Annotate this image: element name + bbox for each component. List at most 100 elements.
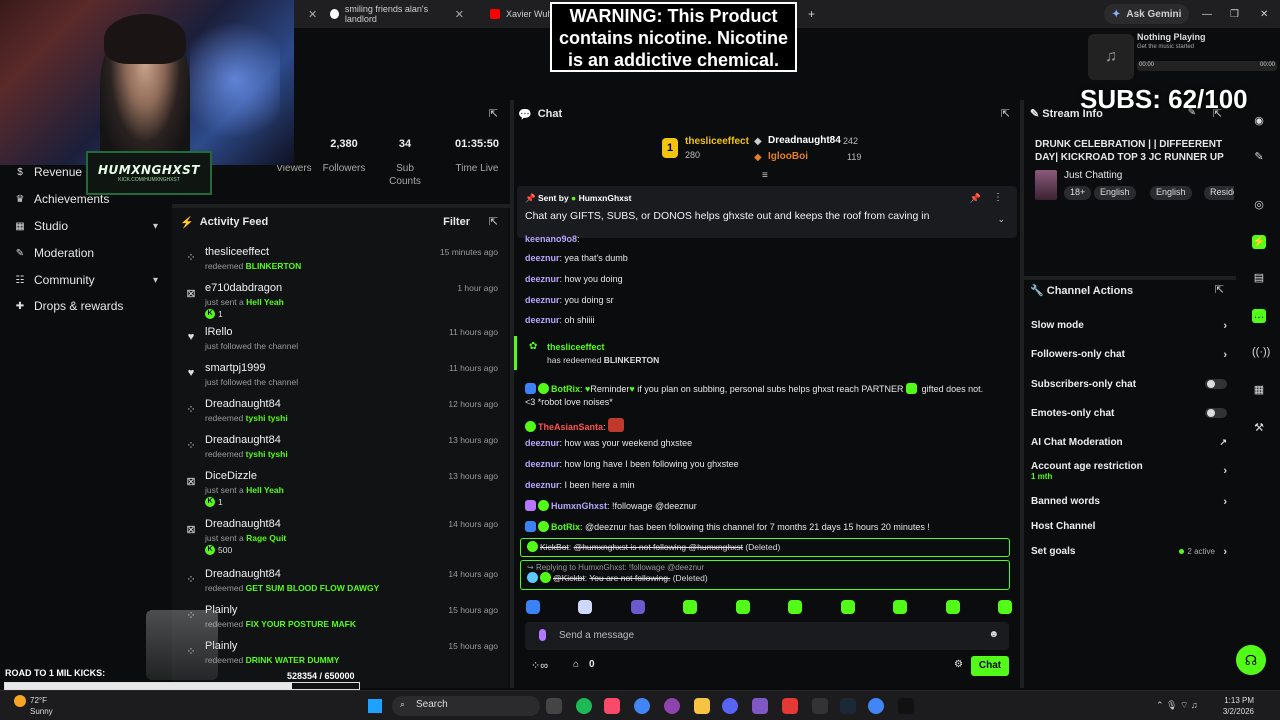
- action-subscribers-only[interactable]: Subscribers-only chat: [1031, 379, 1227, 390]
- activity-item[interactable]: ♥ lRello just followed the channel 11 hour…: [172, 324, 508, 360]
- file-explorer-icon[interactable]: [694, 698, 710, 714]
- camera-icon[interactable]: ◎: [1252, 198, 1266, 212]
- tab-xavier-wulf[interactable]: Xavier Wulf: [482, 4, 560, 24]
- maximize-icon[interactable]: ❐: [1222, 4, 1247, 24]
- subscribers-only-toggle[interactable]: [1205, 379, 1227, 389]
- expand-icon[interactable]: ⇱: [489, 107, 498, 120]
- tag-pill[interactable]: 18+: [1064, 186, 1092, 200]
- filter-button[interactable]: Filter: [443, 216, 470, 228]
- terminal-icon[interactable]: [898, 698, 914, 714]
- activity-item[interactable]: ⁘ thesliceeffect redeemed BLINKERTON 15 min…: [172, 244, 508, 280]
- expand-icon[interactable]: ⇱: [1215, 283, 1224, 296]
- new-tab-icon[interactable]: +: [800, 4, 823, 24]
- store-icon[interactable]: ⌂: [573, 659, 579, 670]
- chevron-down-icon[interactable]: ⌄: [997, 214, 1005, 225]
- send-chat-button[interactable]: Chat: [971, 656, 1009, 676]
- wrench-icon[interactable]: ⚒: [1252, 421, 1266, 435]
- action-followers-only[interactable]: Followers-only chat ›: [1031, 349, 1227, 361]
- action-host-channel[interactable]: Host Channel: [1031, 521, 1227, 532]
- support-headset-icon[interactable]: ☊: [1236, 645, 1266, 675]
- emote-icon[interactable]: [945, 600, 960, 614]
- activity-item[interactable]: ♥ smartpj1999 just followed the channel 11…: [172, 360, 508, 396]
- lightning-icon[interactable]: ⚡: [1252, 235, 1266, 249]
- discord-icon[interactable]: [722, 698, 738, 714]
- kicks-infinite-icon[interactable]: ⁘∞: [531, 659, 548, 672]
- app-icon[interactable]: [782, 698, 798, 714]
- stream-category[interactable]: Just Chatting: [1064, 170, 1122, 181]
- sidebar-item-studio[interactable]: ▦ Studio ▾: [0, 214, 172, 238]
- heart-icon: ♥: [187, 331, 195, 343]
- obs-icon[interactable]: [812, 698, 828, 714]
- emotes-only-toggle[interactable]: [1205, 408, 1227, 418]
- grid-icon[interactable]: ▦: [1252, 383, 1266, 397]
- activity-item[interactable]: ⁘Plainlyredeemed FIX YOUR POSTURE MAFK15…: [172, 602, 508, 638]
- kick-icon: ⊠: [186, 524, 196, 536]
- more-options-icon[interactable]: ⋮: [993, 192, 1003, 203]
- emote-icon[interactable]: [788, 600, 803, 614]
- sidebar-item-community[interactable]: ☷ Community ▾: [0, 268, 172, 292]
- emote-image: [608, 418, 625, 432]
- expand-icon[interactable]: ⇱: [489, 215, 498, 228]
- emoji-picker-icon[interactable]: ☻: [988, 629, 999, 640]
- app-icon[interactable]: [664, 698, 680, 714]
- activity-item[interactable]: ⁘ Dreadnaught84 redeemed GET SUM BLOOD FLO…: [172, 566, 508, 602]
- music-app-icon[interactable]: [604, 698, 620, 714]
- minimize-icon[interactable]: —: [1194, 4, 1220, 24]
- action-ai-moderation[interactable]: AI Chat Moderation ↗: [1031, 437, 1227, 448]
- chrome-icon[interactable]: [868, 698, 884, 714]
- emote-icon[interactable]: [630, 600, 645, 614]
- expand-icon[interactable]: ⇱: [1001, 107, 1010, 120]
- sidebar-item-drops-rewards[interactable]: ✚ Drops & rewards: [0, 294, 172, 318]
- emote-icon[interactable]: [893, 600, 908, 614]
- chat-input[interactable]: Send a message ☻: [525, 622, 1009, 650]
- activity-item[interactable]: ⊠ Dreadnaught84 just sent a Rage Quit 14 ho…: [172, 516, 508, 555]
- emote-icon[interactable]: [840, 600, 855, 614]
- tag-pill[interactable]: Reside: [1204, 186, 1234, 200]
- mic-icon[interactable]: [539, 629, 546, 641]
- action-slow-mode[interactable]: Slow mode ›: [1031, 320, 1227, 332]
- activity-feed: ⚡ Activity Feed Filter ⇱ ⁘ thesliceeffect…: [172, 208, 508, 688]
- pin-icon[interactable]: 📌: [970, 193, 981, 204]
- emote-icon[interactable]: [526, 600, 540, 614]
- emote-icon[interactable]: [683, 600, 698, 614]
- action-set-goals[interactable]: Set goals 2 active ›: [1031, 546, 1227, 558]
- collapse-leaderboard-icon[interactable]: ≡: [762, 170, 768, 181]
- task-view-icon[interactable]: [546, 698, 562, 714]
- chat-icon[interactable]: …: [1252, 309, 1266, 323]
- sidebar-item-moderation[interactable]: ✎ Moderation: [0, 241, 172, 265]
- chrome-icon[interactable]: [634, 698, 650, 714]
- activity-item[interactable]: ⊠ e710dabdragon just sent a Hell Yeah 1 hou…: [172, 280, 508, 319]
- steam-icon[interactable]: [840, 698, 856, 714]
- music-widget: ♫ Nothing Playing Get the music started …: [1080, 28, 1280, 84]
- kick-coin-icon: K: [205, 309, 215, 319]
- activity-item[interactable]: ⁘ Dreadnaught84 redeemed tyshi tyshi 13 hou…: [172, 432, 508, 468]
- close-window-icon[interactable]: ✕: [1252, 4, 1276, 24]
- document-icon[interactable]: ▤: [1252, 271, 1266, 285]
- chat-footer: ⁘∞ ⌂ 0 ⚙ Chat: [525, 656, 1009, 678]
- close-tab-icon[interactable]: ✕: [455, 8, 464, 21]
- tag-pill[interactable]: English: [1094, 186, 1136, 200]
- emote-icon[interactable]: [735, 600, 750, 614]
- pin-small-icon: 📌: [525, 193, 536, 203]
- taskbar-search[interactable]: ⌕ Search: [392, 696, 540, 716]
- taskbar-clock[interactable]: 1:13 PM 3/2/2026: [1223, 695, 1254, 717]
- tag-pill[interactable]: English: [1150, 186, 1192, 200]
- emote-icon[interactable]: [578, 600, 593, 614]
- windows-start-icon[interactable]: [368, 699, 382, 713]
- broadcast-icon[interactable]: ((·)): [1252, 346, 1270, 360]
- action-emotes-only[interactable]: Emotes-only chat: [1031, 408, 1227, 419]
- action-banned-words[interactable]: Banned words ›: [1031, 496, 1227, 508]
- edit-icon[interactable]: ✎: [1252, 150, 1266, 164]
- activity-item[interactable]: ⁘ Dreadnaught84 redeemed tyshi tyshi 12 hou…: [172, 396, 508, 432]
- spotify-icon[interactable]: [576, 698, 592, 714]
- ask-gemini-button[interactable]: ✦ Ask Gemini: [1104, 4, 1190, 24]
- chat-settings-icon[interactable]: ⚙: [954, 659, 963, 670]
- action-account-age[interactable]: Account age restriction 1 mth ›: [1031, 461, 1227, 481]
- emote-icon[interactable]: [997, 600, 1012, 614]
- app-icon[interactable]: [752, 698, 768, 714]
- weather-widget[interactable]: 72°F Sunny: [14, 695, 53, 717]
- system-tray-icons[interactable]: ⌃ 🎙 ⌔ ♫: [1156, 700, 1198, 711]
- notifications-icon[interactable]: ◉: [1252, 114, 1266, 128]
- activity-item[interactable]: ⊠ DiceDizzle just sent a Hell Yeah 13 hours…: [172, 468, 508, 507]
- tab-smiling-friends[interactable]: smiling friends alan's landlord ✕: [322, 4, 472, 24]
